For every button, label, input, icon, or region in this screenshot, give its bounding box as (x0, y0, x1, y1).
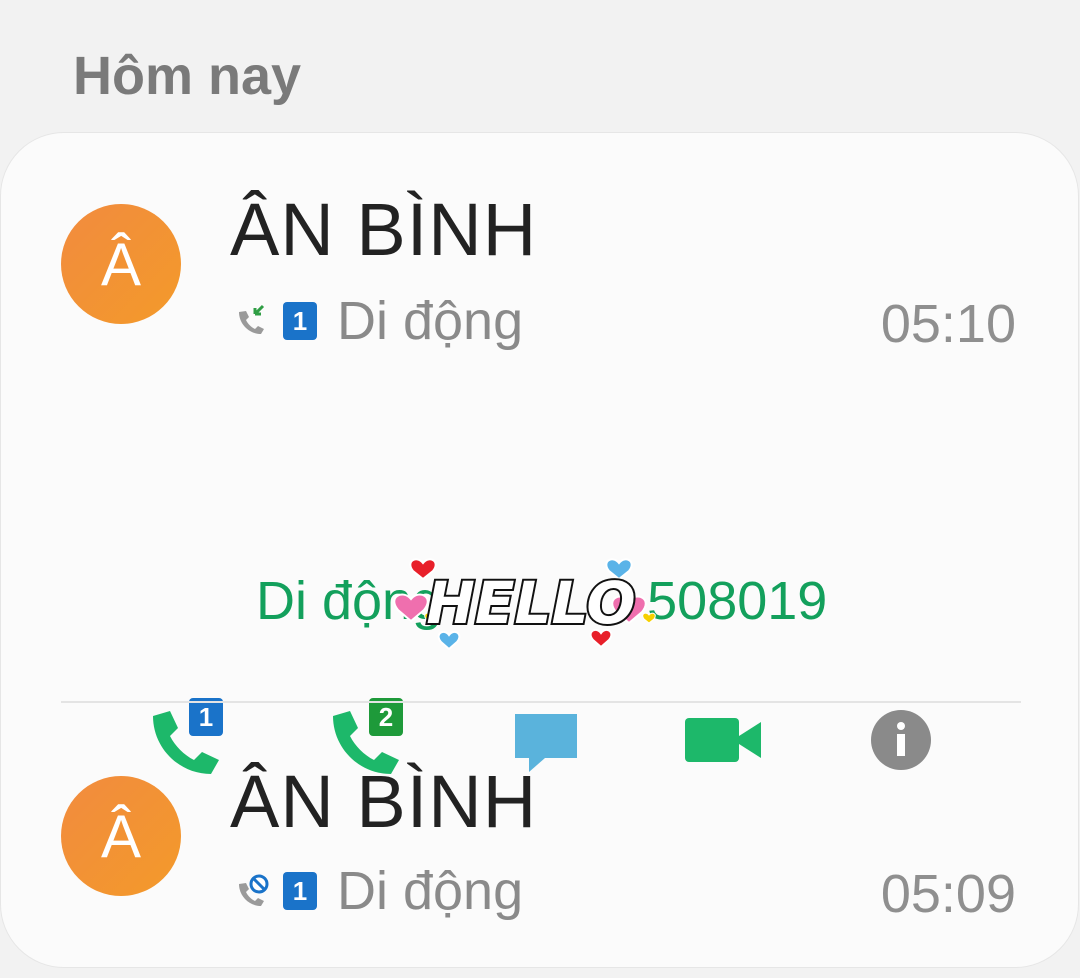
sim-1-badge: 1 (189, 698, 223, 736)
action-bar: 1 2 (1, 698, 1080, 788)
info-icon (871, 710, 931, 770)
call-meta: 1 Di động (233, 861, 523, 921)
number-type-label: Di động (337, 291, 524, 351)
video-call-icon (685, 718, 761, 762)
number-type-label: Di động (337, 861, 524, 921)
avatar-letter: Â (100, 802, 142, 870)
avatar[interactable]: Â (61, 776, 181, 896)
incoming-call-icon (239, 304, 265, 334)
sim-1-badge: 1 (283, 302, 317, 340)
section-header: Hôm nay (73, 46, 302, 106)
call-sim1-button[interactable]: 1 (141, 698, 231, 788)
call-meta: 1 Di động (233, 291, 523, 351)
number-digits: 508019 (647, 571, 828, 631)
sticker-text: HELLO (426, 569, 635, 637)
sim-2-badge: 2 (369, 698, 403, 736)
call-time: 05:10 (880, 294, 1016, 354)
divider (61, 701, 1021, 703)
sim-1-badge: 1 (283, 872, 317, 910)
video-call-button[interactable] (681, 698, 771, 788)
hello-sticker: HELLO (393, 558, 656, 651)
call-time: 05:09 (880, 864, 1016, 924)
avatar-letter: Â (100, 230, 142, 298)
rejected-call-icon (239, 874, 269, 906)
contact-name: ÂN BÌNH (230, 760, 538, 843)
call-log-card: Â ÂN BÌNH 1 Di động 05:10 Di động 508019 … (0, 132, 1079, 968)
details-button[interactable] (861, 698, 951, 788)
contact-name: ÂN BÌNH (230, 188, 538, 271)
avatar[interactable]: Â (61, 204, 181, 324)
